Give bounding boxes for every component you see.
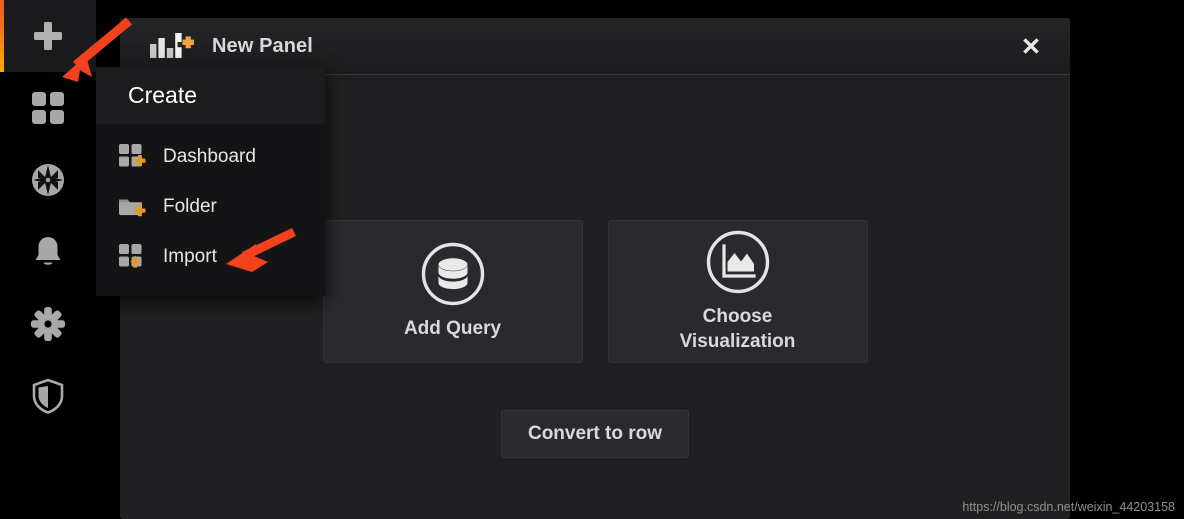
add-query-card[interactable]: Add Query [322, 220, 583, 363]
screen: New Panel Add Query Choose Visualization… [0, 0, 1184, 519]
database-icon [420, 241, 486, 307]
menu-item-folder[interactable]: Folder [96, 182, 325, 232]
add-query-label: Add Query [403, 318, 502, 340]
menu-item-folder-label: Folder [163, 196, 217, 217]
compass-icon [29, 161, 67, 199]
folder-add-icon [118, 193, 146, 221]
create-menu-title: Create [128, 82, 198, 108]
menu-item-dashboard-label: Dashboard [163, 146, 256, 167]
choose-visualization-card[interactable]: Choose Visualization [607, 220, 868, 363]
choose-visualization-label: Choose Visualization [680, 305, 796, 354]
menu-item-dashboard[interactable]: Dashboard [96, 132, 325, 182]
gear-icon [29, 305, 67, 343]
choose-visualization-label-line1: Choose [702, 306, 773, 328]
shield-icon [29, 377, 67, 415]
choose-visualization-label-line2: Visualization [679, 330, 796, 352]
close-x-icon[interactable] [1018, 33, 1044, 59]
watermark-text: https://blog.csdn.net/weixin_44203158 [962, 500, 1175, 514]
menu-item-import-label: Import [163, 246, 217, 267]
convert-to-row-button[interactable]: Convert to row [500, 410, 690, 458]
bell-icon [29, 233, 67, 271]
import-upload-icon [118, 243, 146, 271]
create-dropdown-menu: Create Dashboard Folder Import [96, 67, 325, 296]
dashboard-add-icon [118, 143, 146, 171]
create-menu-header: Create [96, 67, 325, 124]
sidebar-item-explore[interactable] [0, 144, 96, 216]
page-title: New Panel [212, 34, 313, 57]
plus-icon [28, 16, 68, 56]
bar-chart-plus-icon [149, 31, 195, 61]
sidebar-item-alerting[interactable] [0, 216, 96, 288]
sidebar [0, 0, 96, 519]
sidebar-item-create[interactable] [0, 0, 96, 72]
sidebar-item-configuration[interactable] [0, 288, 96, 360]
sidebar-item-dashboards[interactable] [0, 72, 96, 144]
create-menu-list: Dashboard Folder Import [96, 124, 325, 296]
panel-action-cards: Add Query Choose Visualization [322, 220, 868, 363]
area-chart-icon [705, 229, 771, 295]
menu-item-import[interactable]: Import [96, 232, 325, 282]
sidebar-item-server-admin[interactable] [0, 360, 96, 432]
dashboards-grid-icon [29, 89, 67, 127]
